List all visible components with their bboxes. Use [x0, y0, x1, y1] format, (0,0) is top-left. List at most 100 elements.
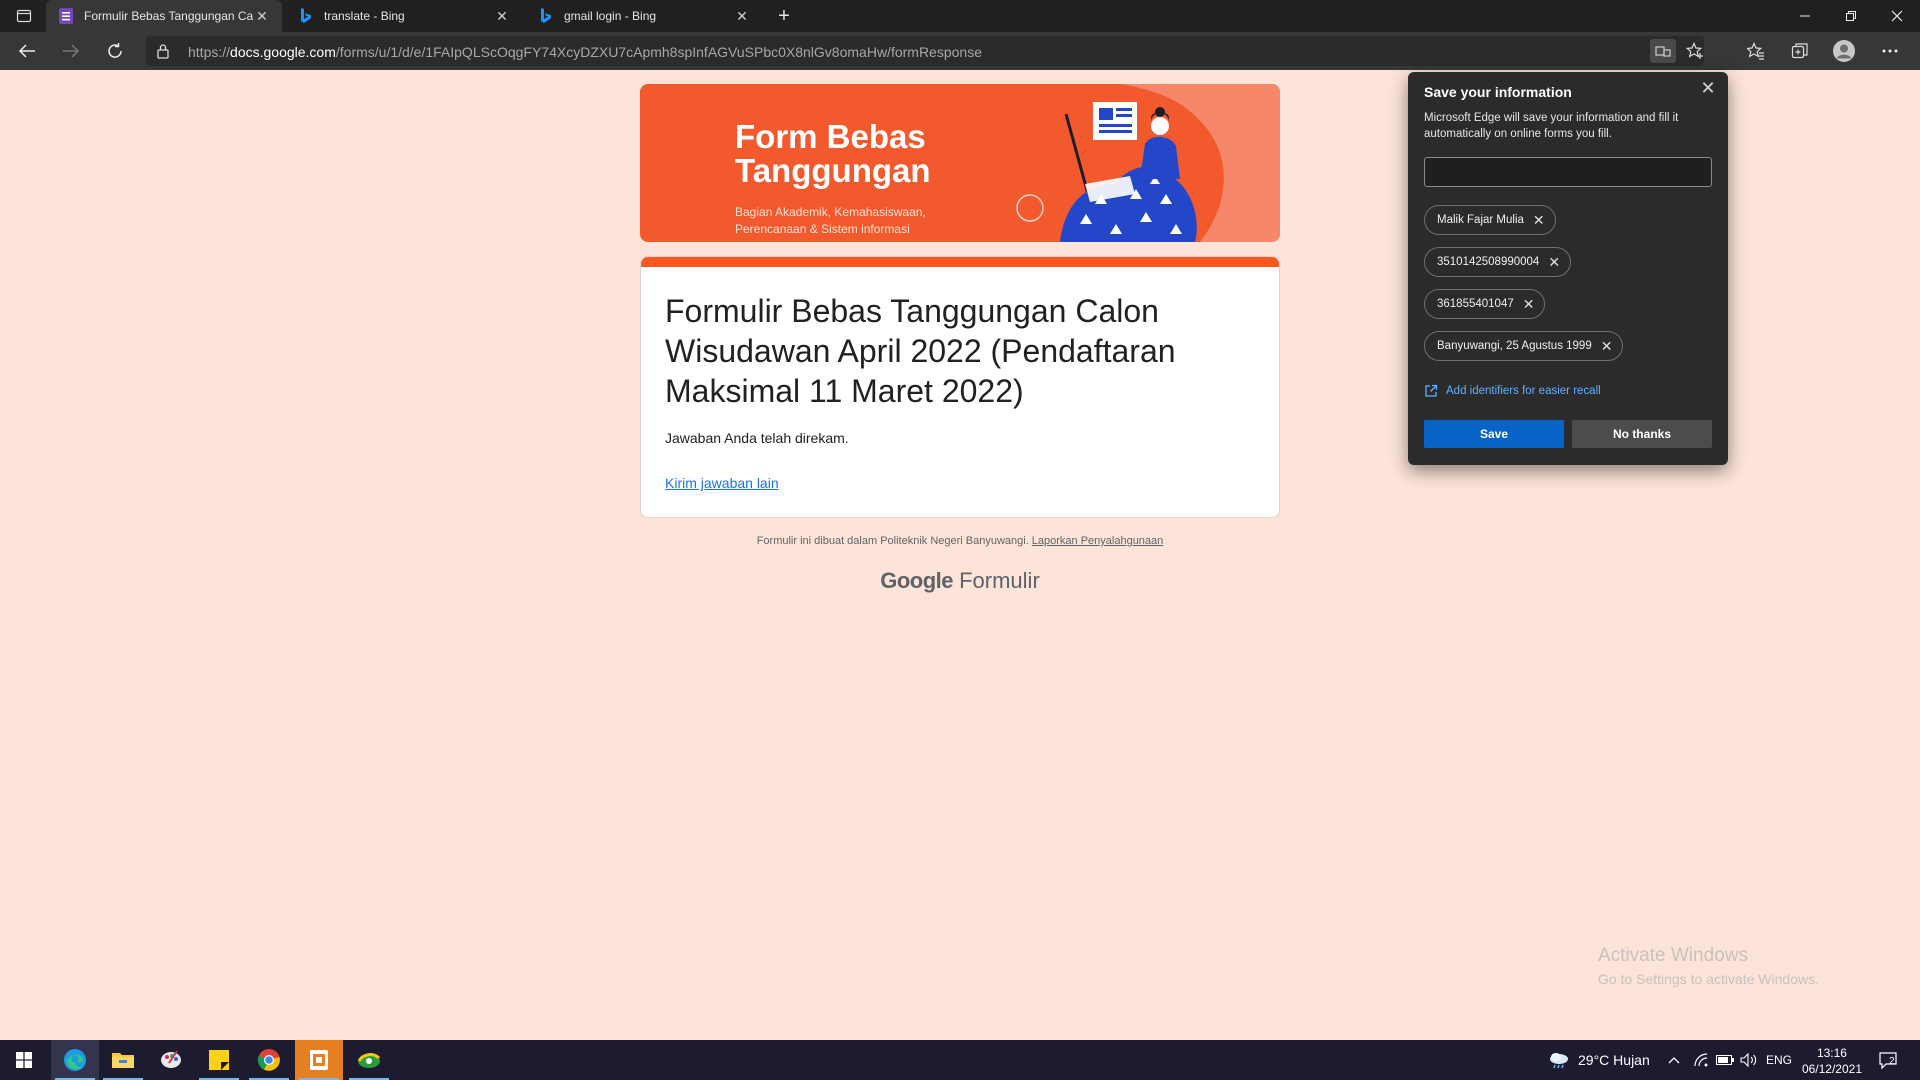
notification-count: 2: [1889, 1056, 1895, 1067]
weather-rain-icon: [1550, 1053, 1568, 1069]
external-link-icon: [1425, 384, 1438, 397]
taskbar-chrome[interactable]: [245, 1040, 293, 1080]
footer-text: Formulir ini dibuat dalam Politeknik Neg…: [756, 535, 1029, 547]
sticky-notes-icon: [209, 1050, 229, 1070]
accent-bar: [641, 257, 1279, 267]
windows-taskbar: 29°C Hujan ENG 13:16 06/12/2021 2: [0, 1040, 1920, 1080]
watermark-subtitle: Go to Settings to activate Windows.: [1598, 971, 1819, 987]
activate-windows-watermark: Activate Windows Go to Settings to activ…: [1598, 945, 1819, 987]
refresh-button[interactable]: [101, 37, 129, 65]
tab-title: translate - Bing: [324, 9, 405, 23]
add-identifiers-link[interactable]: Add identifiers for easier recall: [1424, 384, 1601, 398]
tab-translate-bing[interactable]: translate - Bing ✕: [286, 0, 522, 32]
clock-date: 06/12/2021: [1801, 1062, 1862, 1076]
close-window-button[interactable]: [1874, 0, 1920, 32]
taskbar-sticky-notes[interactable]: [195, 1040, 243, 1080]
chip-label: Malik Fajar Mulia: [1437, 214, 1524, 226]
paint-palette-icon: [161, 1050, 181, 1068]
show-hidden-icons[interactable]: [1668, 1040, 1680, 1080]
folder-icon: [112, 1053, 134, 1068]
lock-icon[interactable]: [156, 43, 170, 64]
network-icon[interactable]: [1694, 1040, 1710, 1080]
system-clock[interactable]: 13:16 06/12/2021: [1802, 1045, 1862, 1077]
close-tab-icon[interactable]: ✕: [254, 8, 270, 24]
report-abuse-link[interactable]: Laporkan Penyalahgunaan: [1032, 535, 1164, 547]
input-language[interactable]: ENG: [1766, 1040, 1792, 1080]
taskbar-cc-app[interactable]: [345, 1040, 393, 1080]
popup-title: Save your information: [1424, 84, 1572, 100]
chip-label: 3510142508990004: [1437, 256, 1540, 268]
info-label-input[interactable]: [1424, 157, 1712, 187]
notification-icon: [1879, 1052, 1897, 1070]
taskbar-ms-office-app[interactable]: [295, 1040, 343, 1080]
saved-value-chip[interactable]: 3510142508990004 ✕: [1424, 247, 1572, 277]
banner-subtitle: Bagian Akademik, Kemahasiswaan, Perencan…: [735, 205, 926, 236]
google-forms-icon: [58, 8, 74, 24]
confirmation-card: Formulir Bebas Tanggungan Calon Wisudawa…: [640, 256, 1280, 518]
remove-chip-icon[interactable]: ✕: [1601, 338, 1613, 355]
start-button[interactable]: [0, 1040, 48, 1080]
action-center-button[interactable]: 2: [1878, 1040, 1898, 1080]
tab-google-forms[interactable]: Formulir Bebas Tanggungan Calon ✕: [46, 0, 282, 32]
google-forms-logo[interactable]: Google Formulir: [640, 568, 1280, 594]
collections-icon[interactable]: [1786, 37, 1814, 65]
taskbar-paint[interactable]: [147, 1040, 195, 1080]
form-title: Formulir Bebas Tanggungan Calon Wisudawa…: [665, 293, 1176, 409]
settings-more-icon[interactable]: [1876, 37, 1904, 65]
close-icon[interactable]: ✕: [1698, 78, 1718, 98]
popup-description: Microsoft Edge will save your informatio…: [1424, 112, 1679, 140]
new-tab-button[interactable]: +: [772, 4, 796, 28]
saved-value-chip[interactable]: 361855401047 ✕: [1424, 289, 1546, 319]
no-thanks-button[interactable]: No thanks: [1572, 420, 1712, 448]
remove-chip-icon[interactable]: ✕: [1533, 212, 1545, 229]
bing-icon: [538, 8, 554, 24]
weather-text: 29°C Hujan: [1578, 1052, 1650, 1068]
minimize-button[interactable]: [1782, 0, 1828, 32]
save-button[interactable]: Save: [1424, 420, 1564, 448]
chip-label: Banyuwangi, 25 Agustus 1999: [1437, 340, 1592, 352]
address-bar[interactable]: https://docs.google.com/forms/u/1/d/e/1F…: [146, 36, 1704, 66]
confirmation-message: Jawaban Anda telah direkam.: [665, 430, 849, 446]
chrome-icon: [257, 1049, 280, 1071]
add-favorite-icon[interactable]: [1682, 39, 1708, 63]
google-wordmark: Google: [880, 568, 953, 593]
saved-value-chip[interactable]: Malik Fajar Mulia ✕: [1424, 205, 1556, 235]
forward-button[interactable]: [57, 37, 85, 65]
form-header-banner: Form Bebas Tanggungan Bagian Akademik, K…: [640, 84, 1280, 242]
tab-strip: Formulir Bebas Tanggungan Calon ✕ transl…: [0, 0, 1920, 32]
saved-value-chip[interactable]: Banyuwangi, 25 Agustus 1999 ✕: [1424, 331, 1624, 361]
browser-toolbar: https://docs.google.com/forms/u/1/d/e/1F…: [0, 32, 1920, 70]
edge-icon: [64, 1049, 86, 1071]
taskbar-edge[interactable]: [51, 1040, 99, 1080]
volume-icon[interactable]: [1740, 1040, 1758, 1080]
forms-wordmark: Formulir: [959, 568, 1040, 593]
taskbar-file-explorer[interactable]: [99, 1040, 147, 1080]
add-identifiers-label: Add identifiers for easier recall: [1446, 385, 1601, 397]
form-footer-note: Formulir ini dibuat dalam Politeknik Neg…: [640, 535, 1280, 547]
tab-actions-icon[interactable]: [10, 6, 38, 26]
chevron-up-icon: [1668, 1057, 1680, 1064]
remove-chip-icon[interactable]: ✕: [1523, 296, 1535, 313]
tab-title: gmail login - Bing: [564, 9, 657, 23]
restore-button[interactable]: [1828, 0, 1874, 32]
weather-widget[interactable]: 29°C Hujan: [1548, 1040, 1650, 1080]
banner-title: Form Bebas Tanggungan: [735, 118, 931, 189]
windows-logo-icon: [16, 1052, 32, 1068]
chip-label: 361855401047: [1437, 298, 1514, 310]
clock-time: 13:16: [1816, 1046, 1847, 1060]
close-tab-icon[interactable]: ✕: [494, 8, 510, 24]
battery-icon[interactable]: [1716, 1040, 1734, 1080]
tab-title: Formulir Bebas Tanggungan Calon: [84, 9, 254, 23]
save-form-info-icon[interactable]: [1650, 39, 1676, 63]
close-tab-icon[interactable]: ✕: [734, 8, 750, 24]
watermark-title: Activate Windows: [1598, 945, 1748, 966]
favorites-icon[interactable]: [1742, 37, 1770, 65]
profile-avatar[interactable]: [1830, 37, 1858, 65]
office-app-icon: [310, 1050, 328, 1070]
submit-another-link[interactable]: Kirim jawaban lain: [665, 475, 779, 491]
green-globe-icon: [357, 1053, 381, 1068]
remove-chip-icon[interactable]: ✕: [1548, 254, 1560, 271]
tab-gmail-login-bing[interactable]: gmail login - Bing ✕: [526, 0, 762, 32]
save-information-popup: ✕ Save your information Microsoft Edge w…: [1408, 72, 1728, 465]
back-button[interactable]: [13, 37, 41, 65]
